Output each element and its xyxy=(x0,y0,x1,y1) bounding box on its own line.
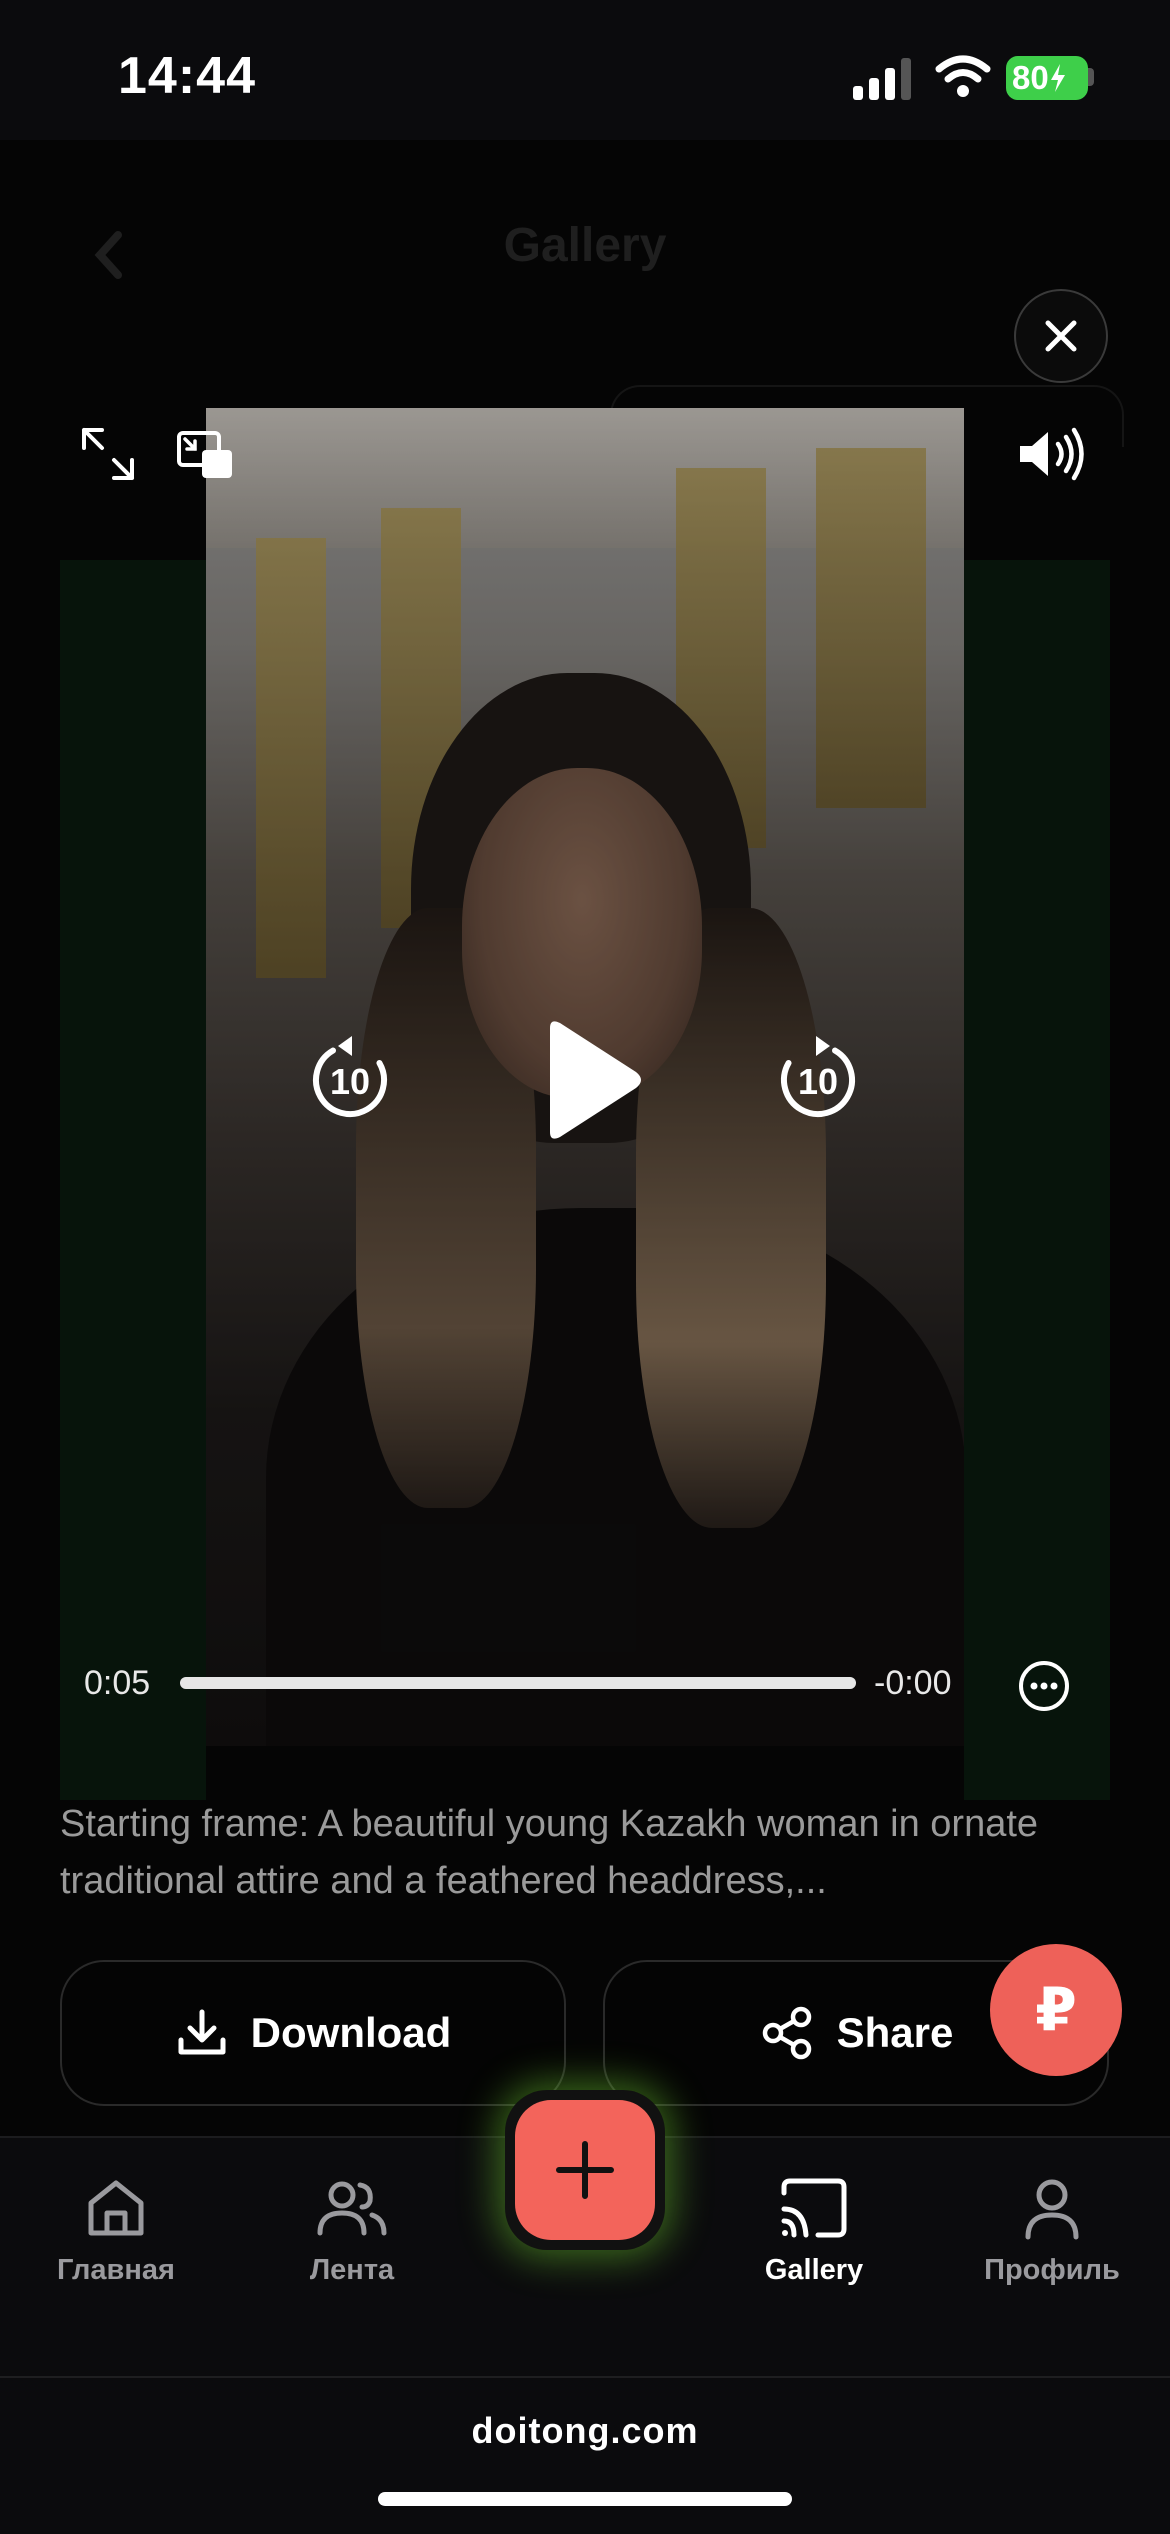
nav-label: Gallery xyxy=(764,2254,864,2286)
progress-fill xyxy=(180,1677,856,1689)
gallery-tile xyxy=(60,560,206,1800)
volume-icon[interactable] xyxy=(1014,424,1094,484)
download-button[interactable]: Download xyxy=(60,1960,566,2106)
download-label: Download xyxy=(250,2009,452,2056)
nav-label: Профиль xyxy=(984,2254,1120,2286)
battery-indicator: 80 xyxy=(1006,56,1088,100)
status-time: 14:44 xyxy=(118,47,256,105)
nav-label: Главная xyxy=(57,2254,175,2286)
home-indicator[interactable] xyxy=(378,2492,792,2506)
skip-back-10-icon[interactable]: 10 xyxy=(300,1030,400,1130)
create-button[interactable] xyxy=(505,2090,665,2250)
prompt-description[interactable]: Starting frame: A beautiful young Kazakh… xyxy=(60,1796,1070,1910)
cellular-signal-icon xyxy=(853,58,911,100)
battery-cap xyxy=(1088,68,1094,86)
picture-in-picture-icon[interactable] xyxy=(176,428,236,484)
battery-level: 80 xyxy=(1012,59,1049,96)
close-icon xyxy=(1045,320,1077,352)
wifi-icon xyxy=(935,55,991,97)
browser-url-bar xyxy=(0,2376,1170,2534)
nav-item-gallery[interactable]: Gallery xyxy=(714,2168,914,2287)
page-title: Gallery xyxy=(503,219,667,272)
nav-item-home[interactable]: Главная xyxy=(16,2168,216,2287)
ruble-icon: ₽ xyxy=(1035,1976,1077,2043)
charging-bolt-icon xyxy=(1050,64,1065,92)
ruble-currency-button[interactable]: ₽ xyxy=(990,1944,1122,2076)
close-button[interactable] xyxy=(1014,289,1108,383)
cast-icon xyxy=(781,2178,847,2238)
user-icon xyxy=(1025,2179,1079,2240)
share-label: Share xyxy=(836,2009,954,2056)
fullscreen-icon[interactable] xyxy=(78,424,138,484)
remaining-time: -0:00 xyxy=(874,1664,952,1702)
share-icon xyxy=(762,2006,811,2060)
download-icon xyxy=(178,2009,226,2055)
play-icon[interactable] xyxy=(528,1018,648,1142)
plus-icon xyxy=(556,2141,614,2199)
create-button-inner xyxy=(515,2100,655,2240)
skip-forward-10-icon[interactable]: 10 xyxy=(768,1030,868,1130)
users-icon xyxy=(317,2181,387,2236)
url-text[interactable]: doitong.com xyxy=(0,2410,1170,2452)
gallery-tile xyxy=(964,560,1110,1800)
nav-label: Лента xyxy=(309,2254,395,2286)
more-options-icon[interactable] xyxy=(1016,1658,1072,1714)
home-icon xyxy=(88,2180,144,2236)
elapsed-time: 0:05 xyxy=(84,1664,151,1702)
nav-item-profile[interactable]: Профиль xyxy=(952,2168,1152,2287)
skip-back-label: 10 xyxy=(330,1061,370,1102)
skip-forward-label: 10 xyxy=(798,1061,838,1102)
nav-item-feed[interactable]: Лента xyxy=(252,2168,452,2287)
